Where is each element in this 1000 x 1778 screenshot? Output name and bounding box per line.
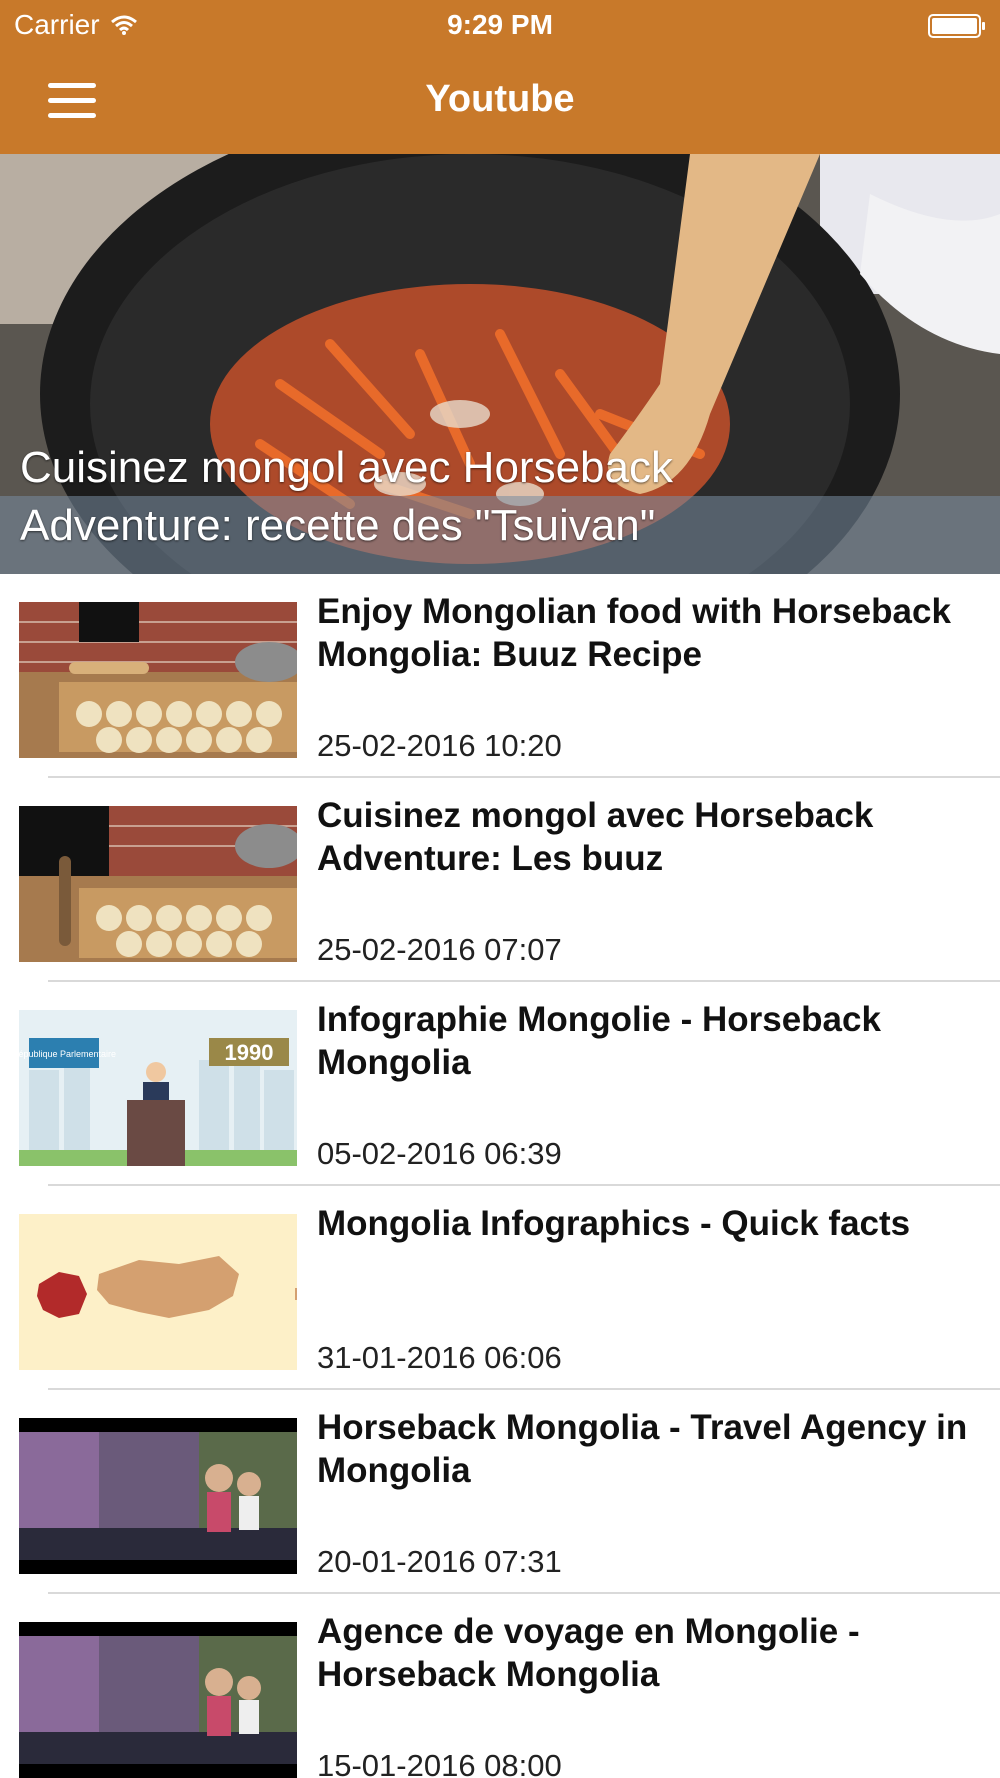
status-bar: Carrier 9:29 PM	[0, 0, 1000, 50]
video-thumbnail	[19, 806, 297, 962]
video-title: Enjoy Mongolian food with Horseback Mong…	[317, 592, 951, 674]
video-date: 20-01-2016 07:31	[317, 1544, 562, 1579]
navigation-bar: Youtube	[0, 50, 1000, 154]
svg-text:1990: 1990	[225, 1040, 274, 1065]
video-thumbnail	[19, 1418, 297, 1574]
video-row[interactable]: République Parlementaire 1990 Infographi…	[0, 982, 1000, 1186]
featured-video[interactable]: Cuisinez mongol avec Horseback Adventure…	[0, 154, 1000, 574]
video-row[interactable]: Agence de voyage en Mongolie - Horseback…	[0, 1594, 1000, 1778]
video-title: Cuisinez mongol avec Horseback Adventure…	[317, 796, 874, 878]
video-thumbnail	[19, 1214, 297, 1370]
video-title: Infographie Mongolie - Horseback Mongoli…	[317, 1000, 881, 1082]
page-title: Youtube	[425, 78, 575, 120]
video-thumbnail: République Parlementaire 1990	[19, 1010, 297, 1166]
video-row[interactable]: Horseback Mongolia - Travel Agency in Mo…	[0, 1390, 1000, 1594]
video-row[interactable]: Enjoy Mongolian food with Horseback Mong…	[0, 574, 1000, 778]
featured-title: Cuisinez mongol avec Horseback Adventure…	[20, 439, 980, 555]
video-title: Horseback Mongolia - Travel Agency in Mo…	[317, 1408, 968, 1490]
status-time: 9:29 PM	[447, 9, 553, 40]
video-date: 25-02-2016 07:07	[317, 932, 562, 967]
video-title: Mongolia Infographics - Quick facts	[317, 1204, 911, 1243]
video-row[interactable]: Cuisinez mongol avec Horseback Adventure…	[0, 778, 1000, 982]
video-title: Agence de voyage en Mongolie - Horseback…	[317, 1612, 860, 1694]
video-date: 31-01-2016 06:06	[317, 1340, 562, 1375]
battery-icon	[928, 14, 985, 38]
video-list: Enjoy Mongolian food with Horseback Mong…	[0, 574, 1000, 1778]
featured-title-line2: Adventure: recette des "Tsuivan"	[20, 501, 656, 550]
video-date: 15-01-2016 08:00	[317, 1748, 562, 1778]
video-thumbnail	[19, 1622, 297, 1778]
featured-title-line1: Cuisinez mongol avec Horseback	[20, 443, 673, 492]
video-thumbnail	[19, 602, 297, 758]
svg-text:République Parlementaire: République Parlementaire	[19, 1049, 116, 1059]
video-date: 25-02-2016 10:20	[317, 728, 562, 763]
video-row[interactable]: Mongolia Infographics - Quick facts 31-0…	[0, 1186, 1000, 1390]
video-date: 05-02-2016 06:39	[317, 1136, 562, 1171]
